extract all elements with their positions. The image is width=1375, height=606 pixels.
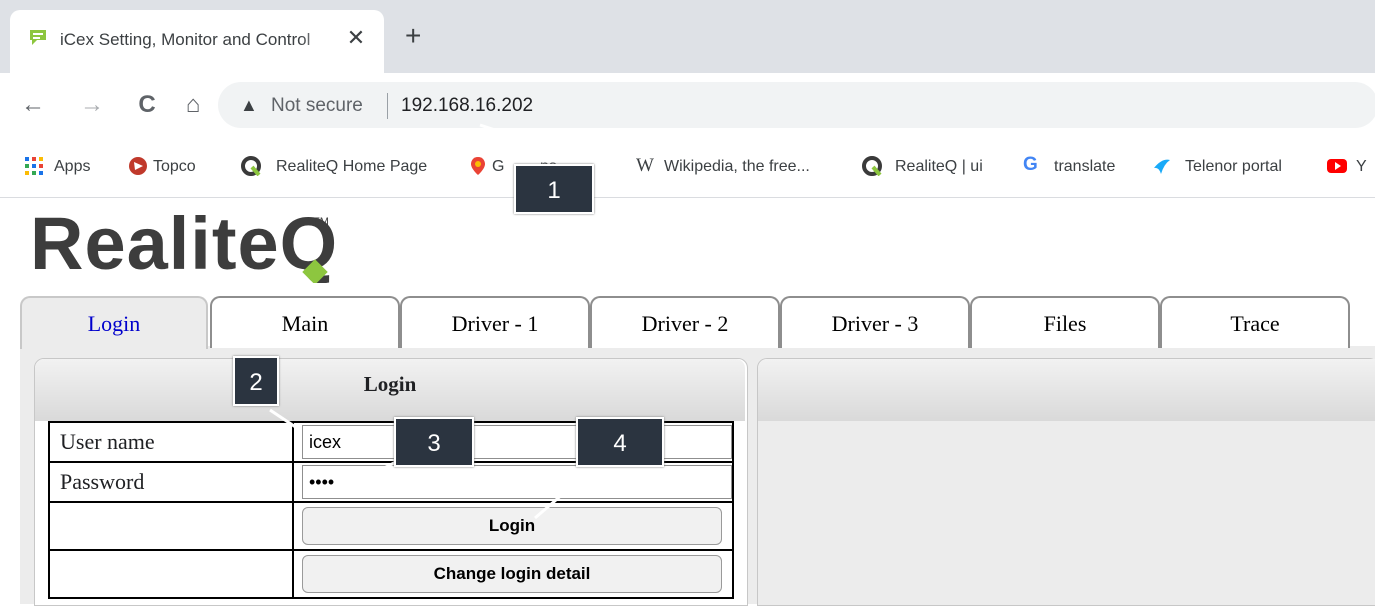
callout-2: 2	[233, 356, 279, 406]
callout-4: 4	[576, 417, 664, 467]
callout-leader-lines	[269, 123, 586, 520]
callout-3: 3	[394, 417, 474, 467]
callout-1: 1	[514, 164, 594, 214]
